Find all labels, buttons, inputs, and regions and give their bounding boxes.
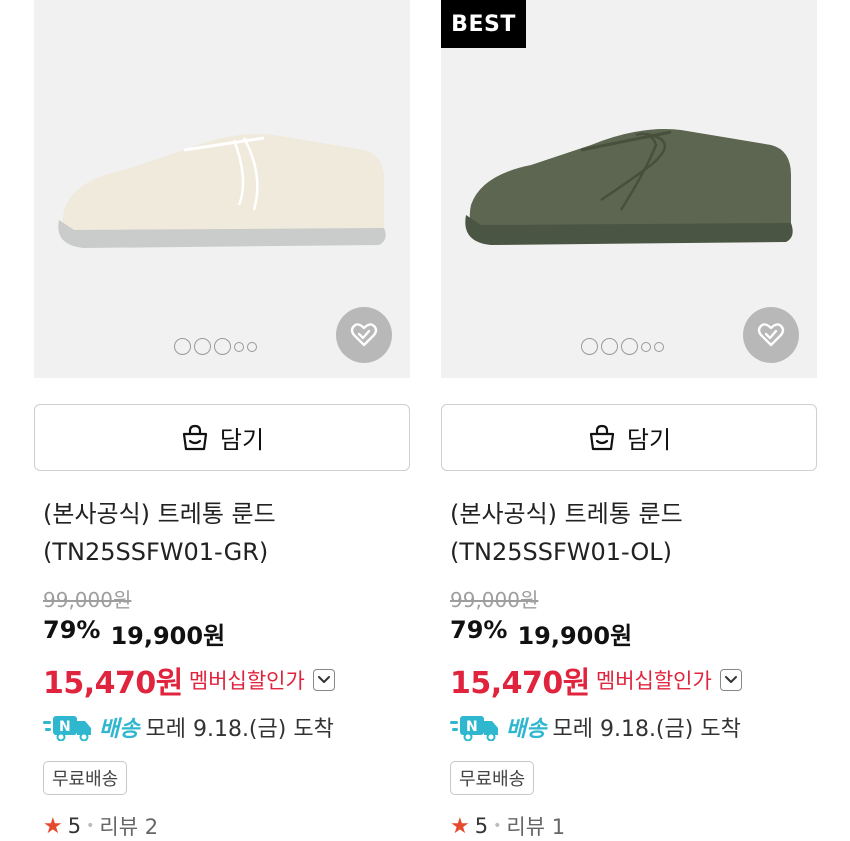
star-icon: ★ <box>450 813 470 839</box>
chevron-down-icon <box>724 676 737 683</box>
member-price-row: 15,470원 멤버십할인가 <box>450 658 742 702</box>
product-title[interactable]: (본사공식) 트레통 룬드 (TN25SSFW01-OL) <box>450 495 810 571</box>
image-pagination <box>174 338 257 355</box>
pagination-dot[interactable] <box>641 341 651 352</box>
pagination-dot[interactable] <box>601 338 618 355</box>
member-price: 15,470원 <box>450 666 590 701</box>
product-code: (TN25SSFW01-OL) <box>450 538 673 566</box>
product-card[interactable]: BEST 담기 (본사공식) 트레통 룬드 (TN25SSFW01-OL) 99… <box>441 0 817 839</box>
cart-button-label: 담기 <box>219 426 265 454</box>
shoe-image <box>58 134 386 248</box>
image-pagination <box>581 338 664 355</box>
free-shipping-badge: 무료배송 <box>43 761 128 795</box>
review-count[interactable]: 리뷰 1 <box>506 811 565 841</box>
shipping-row: N 배송 모레 9.18.(금) 도착 <box>450 711 741 743</box>
pagination-dot[interactable] <box>174 338 191 355</box>
shopping-bag-icon <box>182 424 208 450</box>
member-price-row: 15,470원 멤버십할인가 <box>43 658 335 702</box>
discount-row: 79% 19,900원 <box>450 616 632 651</box>
add-to-cart-button[interactable]: 담기 <box>441 404 817 471</box>
pagination-dot[interactable] <box>621 338 638 355</box>
pagination-dot[interactable] <box>194 338 211 355</box>
pagination-dot[interactable] <box>581 338 598 355</box>
member-price-toggle[interactable] <box>312 669 335 691</box>
wishlist-button[interactable] <box>743 307 799 363</box>
product-code: (TN25SSFW01-GR) <box>43 538 269 566</box>
original-price: 99,000원 <box>450 588 539 612</box>
shipping-label: 배송 <box>99 717 140 742</box>
pagination-dot[interactable] <box>654 341 664 352</box>
star-icon: ★ <box>43 813 63 839</box>
shopping-bag-icon <box>589 424 615 450</box>
member-price-label: 멤버십할인가 <box>188 669 305 693</box>
product-image[interactable]: BEST <box>441 0 817 378</box>
pagination-dot[interactable] <box>247 341 257 352</box>
discount-rate: 79% <box>43 616 101 644</box>
discount-rate: 79% <box>450 616 508 644</box>
separator-dot: • <box>493 818 502 834</box>
product-card[interactable]: 담기 (본사공식) 트레통 룬드 (TN25SSFW01-GR) 99,000원… <box>34 0 410 839</box>
discount-row: 79% 19,900원 <box>43 616 225 651</box>
sale-price: 19,900원 <box>110 622 226 650</box>
member-price-toggle[interactable] <box>719 669 742 691</box>
shipping-row: N 배송 모레 9.18.(금) 도착 <box>43 711 334 743</box>
sale-price: 19,900원 <box>517 622 633 650</box>
best-badge: BEST <box>441 0 526 48</box>
separator-dot: • <box>86 818 95 834</box>
product-title[interactable]: (본사공식) 트레통 룬드 (TN25SSFW01-GR) <box>43 495 403 571</box>
original-price: 99,000원 <box>43 588 132 612</box>
product-title-line: (본사공식) 트레통 룬드 <box>43 500 276 528</box>
shipping-label: 배송 <box>506 717 547 742</box>
product-image[interactable] <box>34 0 410 378</box>
delivery-date: 모레 9.18.(금) 도착 <box>552 717 741 742</box>
delivery-date: 모레 9.18.(금) 도착 <box>145 717 334 742</box>
review-count[interactable]: 리뷰 2 <box>99 811 158 841</box>
add-to-cart-button[interactable]: 담기 <box>34 404 410 471</box>
rating-score: 5 <box>67 814 82 838</box>
delivery-truck-icon: N <box>43 716 91 741</box>
cart-button-label: 담기 <box>626 426 672 454</box>
wishlist-button[interactable] <box>336 307 392 363</box>
delivery-truck-icon: N <box>450 716 498 741</box>
chevron-down-icon <box>317 676 330 683</box>
pagination-dot[interactable] <box>214 338 231 355</box>
heart-check-icon <box>350 323 378 347</box>
shoe-image <box>465 129 793 245</box>
pagination-dot[interactable] <box>234 341 244 352</box>
rating-score: 5 <box>474 814 489 838</box>
rating-row: ★ 5 • 리뷰 2 <box>43 811 158 841</box>
heart-check-icon <box>757 323 785 347</box>
rating-row: ★ 5 • 리뷰 1 <box>450 811 565 841</box>
free-shipping-badge: 무료배송 <box>450 761 535 795</box>
member-price: 15,470원 <box>43 666 183 701</box>
member-price-label: 멤버십할인가 <box>595 669 712 693</box>
product-title-line: (본사공식) 트레통 룬드 <box>450 500 683 528</box>
